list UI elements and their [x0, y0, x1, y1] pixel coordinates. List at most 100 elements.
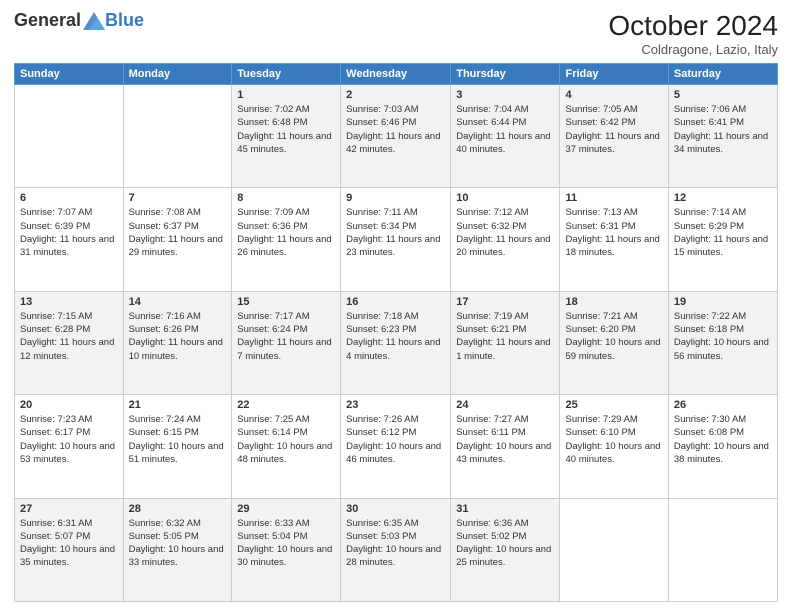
calendar-cell: 30Sunrise: 6:35 AMSunset: 5:03 PMDayligh…	[341, 498, 451, 601]
sunrise: Sunrise: 7:26 AM	[346, 414, 418, 425]
sunset: Sunset: 6:23 PM	[346, 324, 416, 335]
day-info: Sunrise: 7:13 AMSunset: 6:31 PMDaylight:…	[565, 206, 662, 259]
sunrise: Sunrise: 7:29 AM	[565, 414, 637, 425]
daylight: Daylight: 10 hours and 51 minutes.	[129, 441, 224, 465]
day-info: Sunrise: 7:11 AMSunset: 6:34 PMDaylight:…	[346, 206, 445, 259]
sunrise: Sunrise: 7:22 AM	[674, 311, 746, 322]
day-number: 10	[456, 192, 554, 204]
day-info: Sunrise: 7:14 AMSunset: 6:29 PMDaylight:…	[674, 206, 772, 259]
daylight: Daylight: 10 hours and 35 minutes.	[20, 544, 115, 568]
daylight: Daylight: 11 hours and 18 minutes.	[565, 234, 659, 258]
day-info: Sunrise: 7:08 AMSunset: 6:37 PMDaylight:…	[129, 206, 227, 259]
weekday-header: Monday	[123, 64, 232, 85]
daylight: Daylight: 10 hours and 48 minutes.	[237, 441, 332, 465]
calendar-cell: 29 Sunrise: 6:33 AMSunset: 5:04 PMDayligh…	[232, 498, 341, 601]
calendar-cell: 10Sunrise: 7:12 AMSunset: 6:32 PMDayligh…	[451, 188, 560, 291]
day-number: 4	[565, 89, 662, 101]
sunrise: Sunrise: 7:07 AM	[20, 207, 92, 218]
day-number: 21	[129, 399, 227, 411]
sunrise: Sunrise: 7:25 AM	[237, 414, 309, 425]
calendar-cell: 23Sunrise: 7:26 AMSunset: 6:12 PMDayligh…	[341, 395, 451, 498]
calendar-cell: 8 Sunrise: 7:09 AMSunset: 6:36 PMDaylight…	[232, 188, 341, 291]
daylight: Daylight: 10 hours and 59 minutes.	[565, 337, 660, 361]
calendar-week-row: 27Sunrise: 6:31 AMSunset: 5:07 PMDayligh…	[15, 498, 778, 601]
header: General Blue October 2024 Coldragone, La…	[14, 10, 778, 57]
title-area: October 2024 Coldragone, Lazio, Italy	[608, 10, 778, 57]
day-info: Sunrise: 7:23 AMSunset: 6:17 PMDaylight:…	[20, 413, 118, 466]
sunrise: Sunrise: 7:30 AM	[674, 414, 746, 425]
calendar-week-row: 1Sunrise: 7:02 AMSunset: 6:48 PMDaylight…	[15, 85, 778, 188]
daylight: Daylight: 11 hours and 12 minutes.	[20, 337, 114, 361]
calendar-cell: 7 Sunrise: 7:08 AMSunset: 6:37 PMDaylight…	[123, 188, 232, 291]
day-info: Sunrise: 7:30 AMSunset: 6:08 PMDaylight:…	[674, 413, 772, 466]
day-info: Sunrise: 6:33 AMSunset: 5:04 PMDaylight:…	[237, 517, 335, 570]
day-info: Sunrise: 7:25 AMSunset: 6:14 PMDaylight:…	[237, 413, 335, 466]
page: General Blue October 2024 Coldragone, La…	[0, 0, 792, 612]
sunrise: Sunrise: 7:06 AM	[674, 104, 746, 115]
day-info: Sunrise: 7:05 AMSunset: 6:42 PMDaylight:…	[565, 103, 662, 156]
sunrise: Sunrise: 7:08 AM	[129, 207, 201, 218]
daylight: Daylight: 11 hours and 31 minutes.	[20, 234, 114, 258]
daylight: Daylight: 11 hours and 20 minutes.	[456, 234, 550, 258]
sunrise: Sunrise: 6:36 AM	[456, 518, 528, 529]
day-number: 13	[20, 296, 118, 308]
sunset: Sunset: 6:39 PM	[20, 221, 90, 232]
sunset: Sunset: 6:32 PM	[456, 221, 526, 232]
sunrise: Sunrise: 7:02 AM	[237, 104, 309, 115]
day-number: 9	[346, 192, 445, 204]
day-number: 8	[237, 192, 335, 204]
calendar-cell: 31Sunrise: 6:36 AMSunset: 5:02 PMDayligh…	[451, 498, 560, 601]
day-info: Sunrise: 7:09 AMSunset: 6:36 PMDaylight:…	[237, 206, 335, 259]
logo-area: General Blue	[14, 10, 144, 31]
daylight: Daylight: 10 hours and 28 minutes.	[346, 544, 441, 568]
day-info: Sunrise: 6:32 AMSunset: 5:05 PMDaylight:…	[129, 517, 227, 570]
weekday-header: Saturday	[668, 64, 777, 85]
sunrise: Sunrise: 7:15 AM	[20, 311, 92, 322]
sunset: Sunset: 6:28 PM	[20, 324, 90, 335]
day-number: 26	[674, 399, 772, 411]
sunset: Sunset: 6:36 PM	[237, 221, 307, 232]
day-number: 29	[237, 503, 335, 515]
daylight: Daylight: 11 hours and 10 minutes.	[129, 337, 223, 361]
day-number: 3	[456, 89, 554, 101]
calendar-cell: 2Sunrise: 7:03 AMSunset: 6:46 PMDaylight…	[341, 85, 451, 188]
sunrise: Sunrise: 7:04 AM	[456, 104, 528, 115]
day-info: Sunrise: 7:19 AMSunset: 6:21 PMDaylight:…	[456, 310, 554, 363]
day-info: Sunrise: 7:04 AMSunset: 6:44 PMDaylight:…	[456, 103, 554, 156]
calendar-cell: 28 Sunrise: 6:32 AMSunset: 5:05 PMDayligh…	[123, 498, 232, 601]
day-number: 23	[346, 399, 445, 411]
sunrise: Sunrise: 7:16 AM	[129, 311, 201, 322]
day-number: 28	[129, 503, 227, 515]
sunrise: Sunrise: 7:19 AM	[456, 311, 528, 322]
sunrise: Sunrise: 7:21 AM	[565, 311, 637, 322]
day-number: 7	[129, 192, 227, 204]
sunset: Sunset: 6:20 PM	[565, 324, 635, 335]
daylight: Daylight: 11 hours and 37 minutes.	[565, 131, 659, 155]
calendar-cell: 3 Sunrise: 7:04 AMSunset: 6:44 PMDaylight…	[451, 85, 560, 188]
sunset: Sunset: 5:04 PM	[237, 531, 307, 542]
logo-icon	[83, 12, 105, 30]
calendar-cell: 11Sunrise: 7:13 AMSunset: 6:31 PMDayligh…	[560, 188, 668, 291]
weekday-header: Tuesday	[232, 64, 341, 85]
weekday-header: Thursday	[451, 64, 560, 85]
calendar-cell: 12 Sunrise: 7:14 AMSunset: 6:29 PMDayligh…	[668, 188, 777, 291]
day-number: 12	[674, 192, 772, 204]
day-info: Sunrise: 7:16 AM Sunset: 6:26 PM Daylight:…	[129, 310, 227, 363]
weekday-header: Wednesday	[341, 64, 451, 85]
sunset: Sunset: 6:08 PM	[674, 427, 744, 438]
sunrise: Sunrise: 7:17 AM	[237, 311, 309, 322]
day-info: Sunrise: 7:27 AMSunset: 6:11 PMDaylight:…	[456, 413, 554, 466]
sunset: Sunset: 5:07 PM	[20, 531, 90, 542]
day-number: 27	[20, 503, 118, 515]
calendar-week-row: 20 Sunrise: 7:23 AMSunset: 6:17 PMDayligh…	[15, 395, 778, 498]
day-info: Sunrise: 7:17 AMSunset: 6:24 PMDaylight:…	[237, 310, 335, 363]
logo: General Blue	[14, 10, 144, 31]
daylight: Daylight: 11 hours and 1 minute.	[456, 337, 550, 361]
day-number: 22	[237, 399, 335, 411]
calendar-cell: 6Sunrise: 7:07 AMSunset: 6:39 PMDaylight…	[15, 188, 124, 291]
calendar-week-row: 6Sunrise: 7:07 AMSunset: 6:39 PMDaylight…	[15, 188, 778, 291]
sunset: Sunset: 6:26 PM	[129, 324, 199, 335]
day-number: 16	[346, 296, 445, 308]
sunset: Sunset: 5:02 PM	[456, 531, 526, 542]
day-number: 20	[20, 399, 118, 411]
